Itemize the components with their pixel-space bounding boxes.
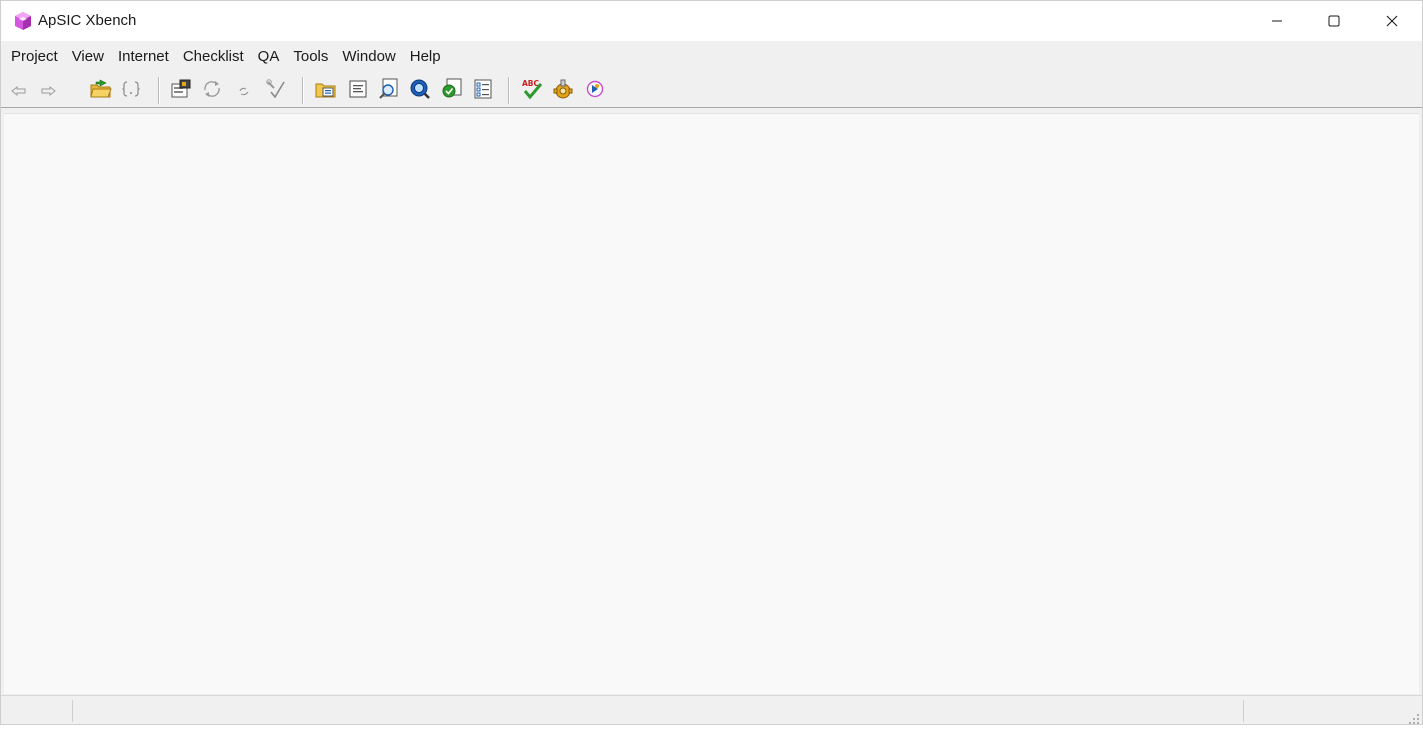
open-project-icon: [90, 79, 112, 103]
settings-button[interactable]: [551, 79, 575, 103]
menu-internet[interactable]: Internet: [111, 41, 176, 73]
forward-arrow-icon: [40, 82, 56, 101]
qa-check-button[interactable]: [440, 78, 464, 104]
check-tool-button[interactable]: [264, 79, 288, 103]
status-bar: [1, 695, 1422, 724]
braces-icon: [121, 79, 141, 103]
status-text: [5, 704, 9, 718]
close-button[interactable]: [1363, 1, 1421, 41]
braces-button[interactable]: [119, 79, 143, 103]
title-bar[interactable]: ApSIC Xbench: [1, 1, 1422, 41]
back-button[interactable]: [7, 79, 31, 103]
spellcheck-button[interactable]: ABC: [520, 79, 544, 103]
reload-icon: [201, 78, 223, 104]
open-project-button[interactable]: [89, 79, 113, 103]
check-tool-icon: [265, 78, 287, 104]
add-files-icon: [315, 79, 337, 103]
refresh-small-icon: [237, 82, 251, 101]
status-pane-3: [1243, 700, 1404, 722]
menu-tools[interactable]: Tools: [286, 41, 335, 73]
menu-window[interactable]: Window: [335, 41, 402, 73]
forward-button[interactable]: [36, 79, 60, 103]
settings-gear-icon: [552, 78, 574, 104]
spellcheck-abc-icon: ABC: [520, 78, 544, 104]
minimize-button[interactable]: [1248, 1, 1306, 41]
search-document-button[interactable]: [377, 78, 401, 104]
help-about-icon: [585, 79, 605, 103]
app-window: ApSIC Xbench Project View Internet Check…: [0, 0, 1423, 725]
qa-check-icon: [441, 78, 463, 104]
maximize-button[interactable]: [1305, 1, 1363, 41]
project-properties-button[interactable]: [169, 79, 193, 103]
status-text: [73, 704, 77, 718]
menu-checklist[interactable]: Checklist: [176, 41, 251, 73]
search-document-icon: [378, 78, 400, 104]
workspace-area[interactable]: [4, 113, 1419, 694]
minimize-icon: [1271, 12, 1283, 31]
document-view-button[interactable]: [346, 79, 370, 103]
maximize-icon: [1328, 12, 1340, 31]
toolbar-separator: [508, 77, 510, 104]
status-text: [1244, 704, 1248, 718]
refresh-small-button[interactable]: [232, 79, 256, 103]
help-about-button[interactable]: [583, 79, 607, 103]
menu-project[interactable]: Project: [4, 41, 65, 73]
menu-qa[interactable]: QA: [251, 41, 287, 73]
menu-bar: Project View Internet Checklist QA Tools…: [1, 41, 1422, 73]
menu-help[interactable]: Help: [403, 41, 448, 73]
toolbar: ABC: [1, 73, 1422, 108]
document-view-icon: [348, 79, 368, 103]
toolbar-separator: [302, 77, 304, 104]
size-grip-icon[interactable]: [1408, 710, 1420, 724]
project-properties-icon: [170, 79, 192, 103]
status-pane-1: [5, 700, 71, 722]
reload-button[interactable]: [200, 79, 224, 103]
checklist-button[interactable]: [471, 79, 495, 103]
menu-view[interactable]: View: [65, 41, 111, 73]
search-globe-button[interactable]: [408, 79, 432, 103]
search-globe-icon: [409, 78, 431, 104]
checklist-icon: [473, 79, 493, 103]
add-files-button[interactable]: [314, 79, 338, 103]
status-pane-2: [72, 700, 1243, 722]
toolbar-separator: [158, 77, 160, 104]
back-arrow-icon: [11, 82, 27, 101]
window-title: ApSIC Xbench: [38, 12, 137, 29]
close-icon: [1386, 12, 1398, 31]
xbench-cube-icon[interactable]: [13, 11, 33, 31]
